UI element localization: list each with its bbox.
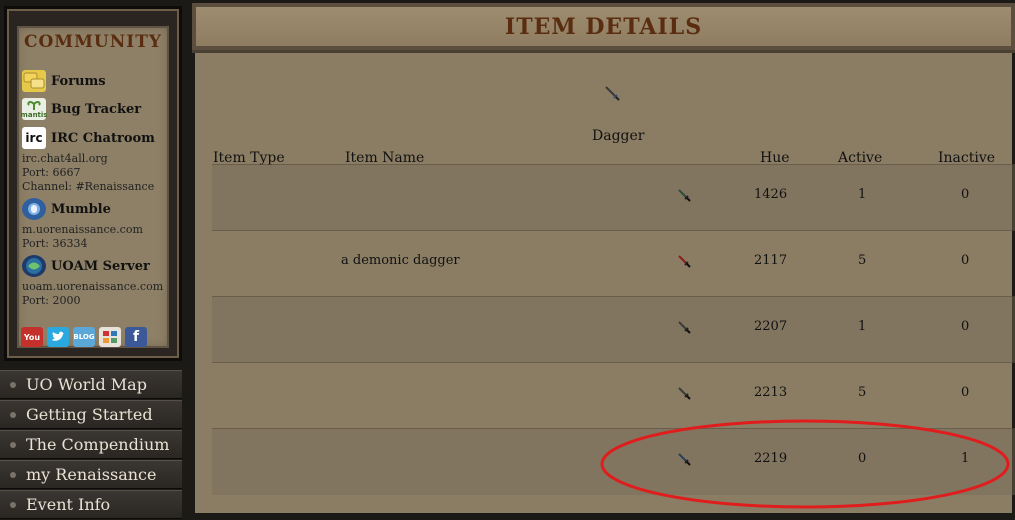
mumble-icon: [22, 198, 46, 220]
bug-tracker-link[interactable]: mantis Bug Tracker: [21, 98, 142, 120]
nav-the-compendium[interactable]: The Compendium: [0, 430, 182, 459]
irc-channel: Channel: #Renaissance: [22, 180, 155, 193]
cell-inactive: 0: [961, 253, 970, 268]
forums-icon: [22, 70, 46, 92]
nav-my-renaissance[interactable]: my Renaissance: [0, 460, 182, 489]
uoam-port: Port: 2000: [22, 294, 81, 307]
nav-uo-world-map[interactable]: UO World Map: [0, 370, 182, 399]
nav-getting-started[interactable]: Getting Started: [0, 400, 182, 429]
cell-hue: 2219: [754, 451, 788, 466]
mumble-port: Port: 36334: [22, 237, 88, 250]
cell-inactive: 0: [961, 187, 970, 202]
blog-icon[interactable]: BLOG: [73, 327, 95, 347]
cell-active: 5: [858, 253, 867, 268]
twitter-icon[interactable]: [47, 327, 69, 347]
mumble-link[interactable]: Mumble: [22, 198, 111, 220]
page-title: ITEM DETAILS: [504, 14, 703, 40]
cell-active: 5: [858, 385, 867, 400]
table-row: 1426 1 0: [212, 164, 1015, 231]
table-row: 2207 1 0: [212, 296, 1015, 363]
dagger-icon: [677, 253, 691, 272]
cell-active: 1: [858, 319, 867, 334]
nav-event-info[interactable]: Event Info: [0, 490, 182, 519]
cell-item-name: a demonic dagger: [341, 253, 460, 268]
table-row: 2213 5 0: [212, 362, 1015, 429]
irc-chatroom-link[interactable]: irc IRC Chatroom: [22, 127, 155, 149]
community-parchment: COMMUNITY Forums mantis Bug Tracker irc …: [17, 26, 169, 348]
cell-hue: 2213: [754, 385, 788, 400]
bug-tracker-label: Bug Tracker: [51, 101, 142, 117]
bullet-icon: [10, 441, 16, 448]
forums-link[interactable]: Forums: [22, 70, 106, 92]
table-row: a demonic dagger 2117 5 0: [212, 230, 1015, 297]
cell-inactive: 0: [961, 319, 970, 334]
bug-tracker-icon: mantis: [21, 98, 47, 120]
dagger-icon: [677, 187, 691, 206]
mumble-server: m.uorenaissance.com: [22, 223, 143, 236]
cell-inactive: 1: [961, 451, 970, 466]
uoam-server-address: uoam.uorenaissance.com: [22, 280, 164, 293]
table-row: 2219 0 1: [212, 428, 1015, 495]
panel-header: ITEM DETAILS: [192, 3, 1015, 53]
sidebar-nav: UO World Map Getting Started The Compend…: [0, 370, 182, 520]
social-links: You BLOG f: [21, 327, 147, 347]
nav-label: Getting Started: [26, 405, 153, 424]
gallery-icon[interactable]: [99, 327, 121, 347]
item-details-panel: ITEM DETAILS Dagger Item Type Item Name …: [192, 3, 1015, 516]
nav-label: UO World Map: [26, 375, 147, 394]
dagger-icon: [604, 85, 620, 105]
community-panel: COMMUNITY Forums mantis Bug Tracker irc …: [4, 6, 182, 361]
bullet-icon: [10, 411, 16, 418]
nav-label: The Compendium: [26, 435, 170, 454]
uoam-server-label: UOAM Server: [51, 258, 150, 274]
facebook-icon[interactable]: f: [125, 327, 147, 347]
cell-hue: 2117: [754, 253, 788, 268]
forums-label: Forums: [51, 73, 106, 89]
dagger-icon: [677, 451, 691, 470]
nav-label: my Renaissance: [26, 465, 157, 484]
dagger-icon: [677, 319, 691, 338]
dagger-icon: [677, 385, 691, 404]
irc-icon: irc: [22, 127, 46, 149]
irc-server: irc.chat4all.org: [22, 152, 108, 165]
cell-active: 1: [858, 187, 867, 202]
irc-port: Port: 6667: [22, 166, 81, 179]
mumble-label: Mumble: [51, 201, 111, 217]
community-title: COMMUNITY: [23, 32, 163, 52]
bullet-icon: [10, 501, 16, 508]
irc-chatroom-label: IRC Chatroom: [51, 130, 155, 146]
youtube-icon[interactable]: You: [21, 327, 43, 347]
cell-inactive: 0: [961, 385, 970, 400]
uoam-server-link[interactable]: UOAM Server: [22, 255, 150, 277]
item-title: Dagger: [592, 128, 645, 144]
bullet-icon: [10, 471, 16, 478]
cell-active: 0: [858, 451, 867, 466]
bullet-icon: [10, 381, 16, 388]
cell-hue: 2207: [754, 319, 788, 334]
cell-hue: 1426: [754, 187, 788, 202]
uoam-icon: [22, 255, 46, 277]
nav-label: Event Info: [26, 495, 111, 514]
